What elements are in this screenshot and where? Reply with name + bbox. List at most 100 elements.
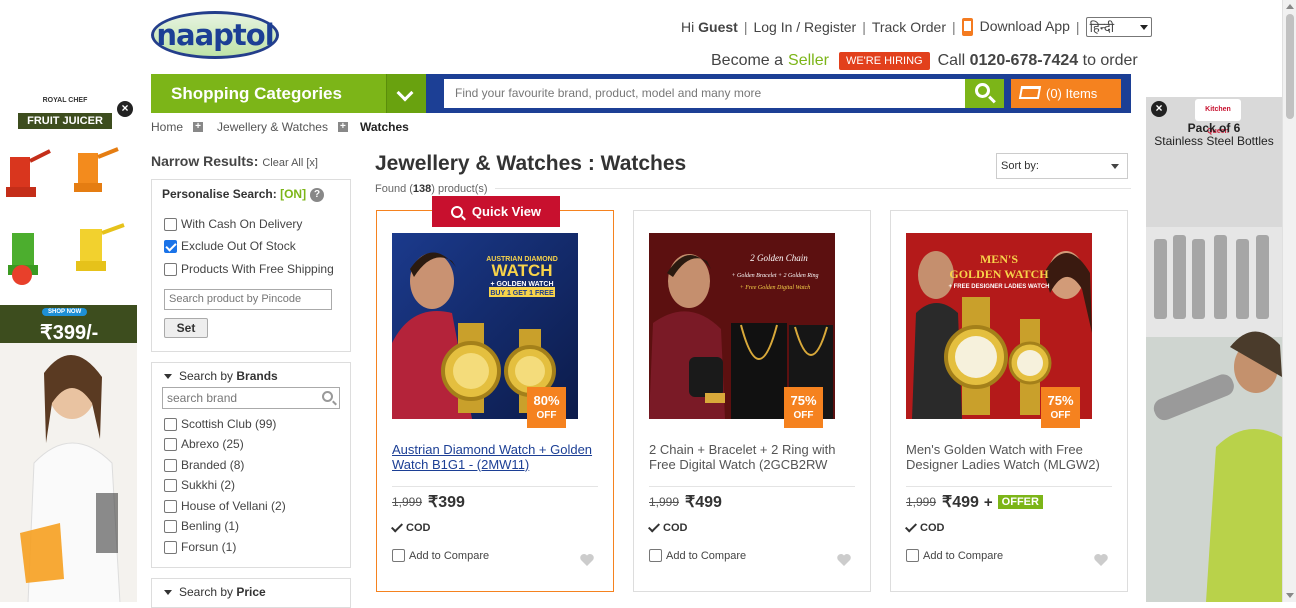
scroll-up-icon[interactable] xyxy=(1286,4,1294,9)
checkbox[interactable] xyxy=(164,519,177,533)
wishlist-heart-icon[interactable] xyxy=(836,553,852,567)
checkbox-checked[interactable] xyxy=(164,239,177,253)
svg-text:WATCH: WATCH xyxy=(491,261,552,280)
brand-option[interactable]: Benling (1) xyxy=(164,519,239,533)
login-register-link[interactable]: Log In / Register xyxy=(753,19,856,35)
checkbox[interactable] xyxy=(392,549,405,562)
scroll-down-icon[interactable] xyxy=(1286,593,1294,598)
checkbox[interactable] xyxy=(164,540,177,554)
breadcrumb-home[interactable]: Home xyxy=(151,120,183,134)
naaptol-logo[interactable]: naaptol xyxy=(151,11,279,59)
left-ad-banner[interactable]: ROYAL CHEF FRUIT JUICER SHOP NOW ₹399/- xyxy=(0,97,137,602)
divider xyxy=(392,486,598,487)
checkbox[interactable] xyxy=(649,549,662,562)
price-filter-title[interactable]: Search by Price xyxy=(164,585,266,599)
checkbox[interactable] xyxy=(164,217,177,231)
bottles-image xyxy=(1146,227,1282,602)
hiring-badge[interactable]: WE'RE HIRING xyxy=(838,52,930,70)
product-card[interactable]: Quick View AUSTRIAN DIAMOND WATCH + GOLD… xyxy=(376,196,614,592)
pincode-input[interactable]: Search product by Pincode xyxy=(164,289,332,310)
search-input[interactable]: Find your favourite brand, product, mode… xyxy=(444,79,965,108)
set-pincode-button[interactable]: Set xyxy=(164,318,208,338)
left-ad-close-icon[interactable]: × xyxy=(117,101,133,117)
checkbox[interactable] xyxy=(164,437,177,451)
product-card[interactable]: 2 Golden Chain + Golden Bracelet + 2 Gol… xyxy=(633,210,871,592)
cod-available: COD xyxy=(647,520,687,534)
brand-option[interactable]: Forsun (1) xyxy=(164,540,236,554)
greeting: Hi Guest xyxy=(681,19,738,35)
brand-option[interactable]: Branded (8) xyxy=(164,458,244,472)
ad-model-image xyxy=(0,343,137,602)
search-icon xyxy=(322,391,333,402)
brand-search-input[interactable]: search brand xyxy=(162,387,340,409)
narrow-results-heading: Narrow Results: Clear All [x] xyxy=(151,153,318,169)
brand-option[interactable]: Abrexo (25) xyxy=(164,437,244,451)
price-row: 1,999 ₹499 xyxy=(649,492,722,512)
brands-filter-panel: Search by Brands search brand Scottish C… xyxy=(151,362,351,568)
selling-price: ₹399 xyxy=(428,494,465,511)
svg-text:+ Golden Bracelet + 2 Golden R: + Golden Bracelet + 2 Golden Ring xyxy=(731,273,818,279)
add-to-compare[interactable]: Add to Compare xyxy=(649,549,746,562)
divider xyxy=(649,486,855,487)
page-scrollbar[interactable] xyxy=(1282,0,1296,602)
product-name-link[interactable]: Austrian Diamond Watch + Golden Watch B1… xyxy=(392,442,600,472)
offer-badge[interactable]: OFFER xyxy=(997,495,1043,509)
product-card[interactable]: MEN'S GOLDEN WATCH + FREE DESIGNER LADIE… xyxy=(890,210,1128,592)
shopping-categories-button[interactable]: Shopping Categories xyxy=(151,74,386,113)
brands-filter-title[interactable]: Search by Brands xyxy=(164,369,278,383)
checkmark-icon xyxy=(904,520,918,533)
add-to-compare[interactable]: Add to Compare xyxy=(392,549,489,562)
right-ad-close-icon[interactable]: × xyxy=(1151,101,1167,117)
add-to-compare[interactable]: Add to Compare xyxy=(906,549,1003,562)
selling-price: ₹499 xyxy=(942,494,979,511)
brand-option[interactable]: Sukkhi (2) xyxy=(164,478,235,492)
clear-all-link[interactable]: Clear All [x] xyxy=(262,157,318,169)
breadcrumb-jewellery[interactable]: Jewellery & Watches xyxy=(217,120,328,134)
checkbox[interactable] xyxy=(164,458,177,472)
plus-icon[interactable]: + xyxy=(337,122,348,132)
call-to-order: Call 0120-678-7424 to order xyxy=(937,52,1138,69)
checkbox[interactable] xyxy=(164,262,177,276)
mrp: 1,999 xyxy=(392,495,423,509)
mobile-phone-icon xyxy=(961,18,973,37)
plus-icon[interactable]: + xyxy=(193,122,204,132)
product-name-link[interactable]: Men's Golden Watch with Free Designer La… xyxy=(906,442,1114,472)
product-name-link[interactable]: 2 Chain + Bracelet + 2 Ring with Free Di… xyxy=(649,442,857,472)
brand-option[interactable]: House of Vellani (2) xyxy=(164,499,286,513)
right-ad-banner[interactable]: Kitchen Queen Pack of 6 Stainless Steel … xyxy=(1146,97,1282,602)
svg-text:GOLDEN WATCH: GOLDEN WATCH xyxy=(949,267,1049,281)
checkbox[interactable] xyxy=(164,478,177,492)
checkmark-icon xyxy=(390,520,404,533)
checkbox[interactable] xyxy=(906,549,919,562)
chevron-down-icon xyxy=(1139,24,1148,30)
chevron-down-icon xyxy=(1111,164,1119,169)
checkbox[interactable] xyxy=(164,417,177,431)
wishlist-heart-icon[interactable] xyxy=(1093,553,1109,567)
categories-dropdown-toggle[interactable] xyxy=(386,74,426,113)
track-order-link[interactable]: Track Order xyxy=(872,19,946,35)
brand-option[interactable]: Scottish Club (99) xyxy=(164,417,276,431)
price-row: 1,999 ₹399 xyxy=(392,492,465,512)
sort-by-select[interactable]: Sort by: xyxy=(996,153,1128,179)
scrollbar-thumb[interactable] xyxy=(1286,14,1294,119)
language-select[interactable]: हिन्दी xyxy=(1085,17,1152,37)
svg-text:BUY 1 GET 1 FREE: BUY 1 GET 1 FREE xyxy=(490,290,554,297)
option-cod[interactable]: With Cash On Delivery xyxy=(164,217,302,231)
quick-view-button[interactable]: Quick View xyxy=(432,196,560,227)
option-exclude-out-of-stock[interactable]: Exclude Out Of Stock xyxy=(164,239,296,253)
seller-link[interactable]: Seller xyxy=(788,52,829,70)
svg-text:+ GOLDEN WATCH: + GOLDEN WATCH xyxy=(490,281,553,288)
download-app-link[interactable]: Download App xyxy=(961,18,1070,37)
ad-title: Pack of 6 xyxy=(1187,121,1241,135)
wishlist-heart-icon[interactable] xyxy=(579,553,595,567)
cod-available: COD xyxy=(390,520,430,534)
help-icon[interactable]: ? xyxy=(310,188,325,202)
search-button[interactable] xyxy=(965,79,1004,108)
svg-text:2 Golden Chain: 2 Golden Chain xyxy=(750,253,808,263)
juicer-images xyxy=(6,147,125,285)
option-free-shipping[interactable]: Products With Free Shipping xyxy=(164,262,334,276)
personalise-search-panel: Personalise Search: [ON]? With Cash On D… xyxy=(151,179,351,352)
checkbox[interactable] xyxy=(164,499,177,513)
cart-button[interactable]: (0) Items xyxy=(1011,79,1121,108)
ad-subtitle: Stainless Steel Bottles xyxy=(1154,134,1274,148)
